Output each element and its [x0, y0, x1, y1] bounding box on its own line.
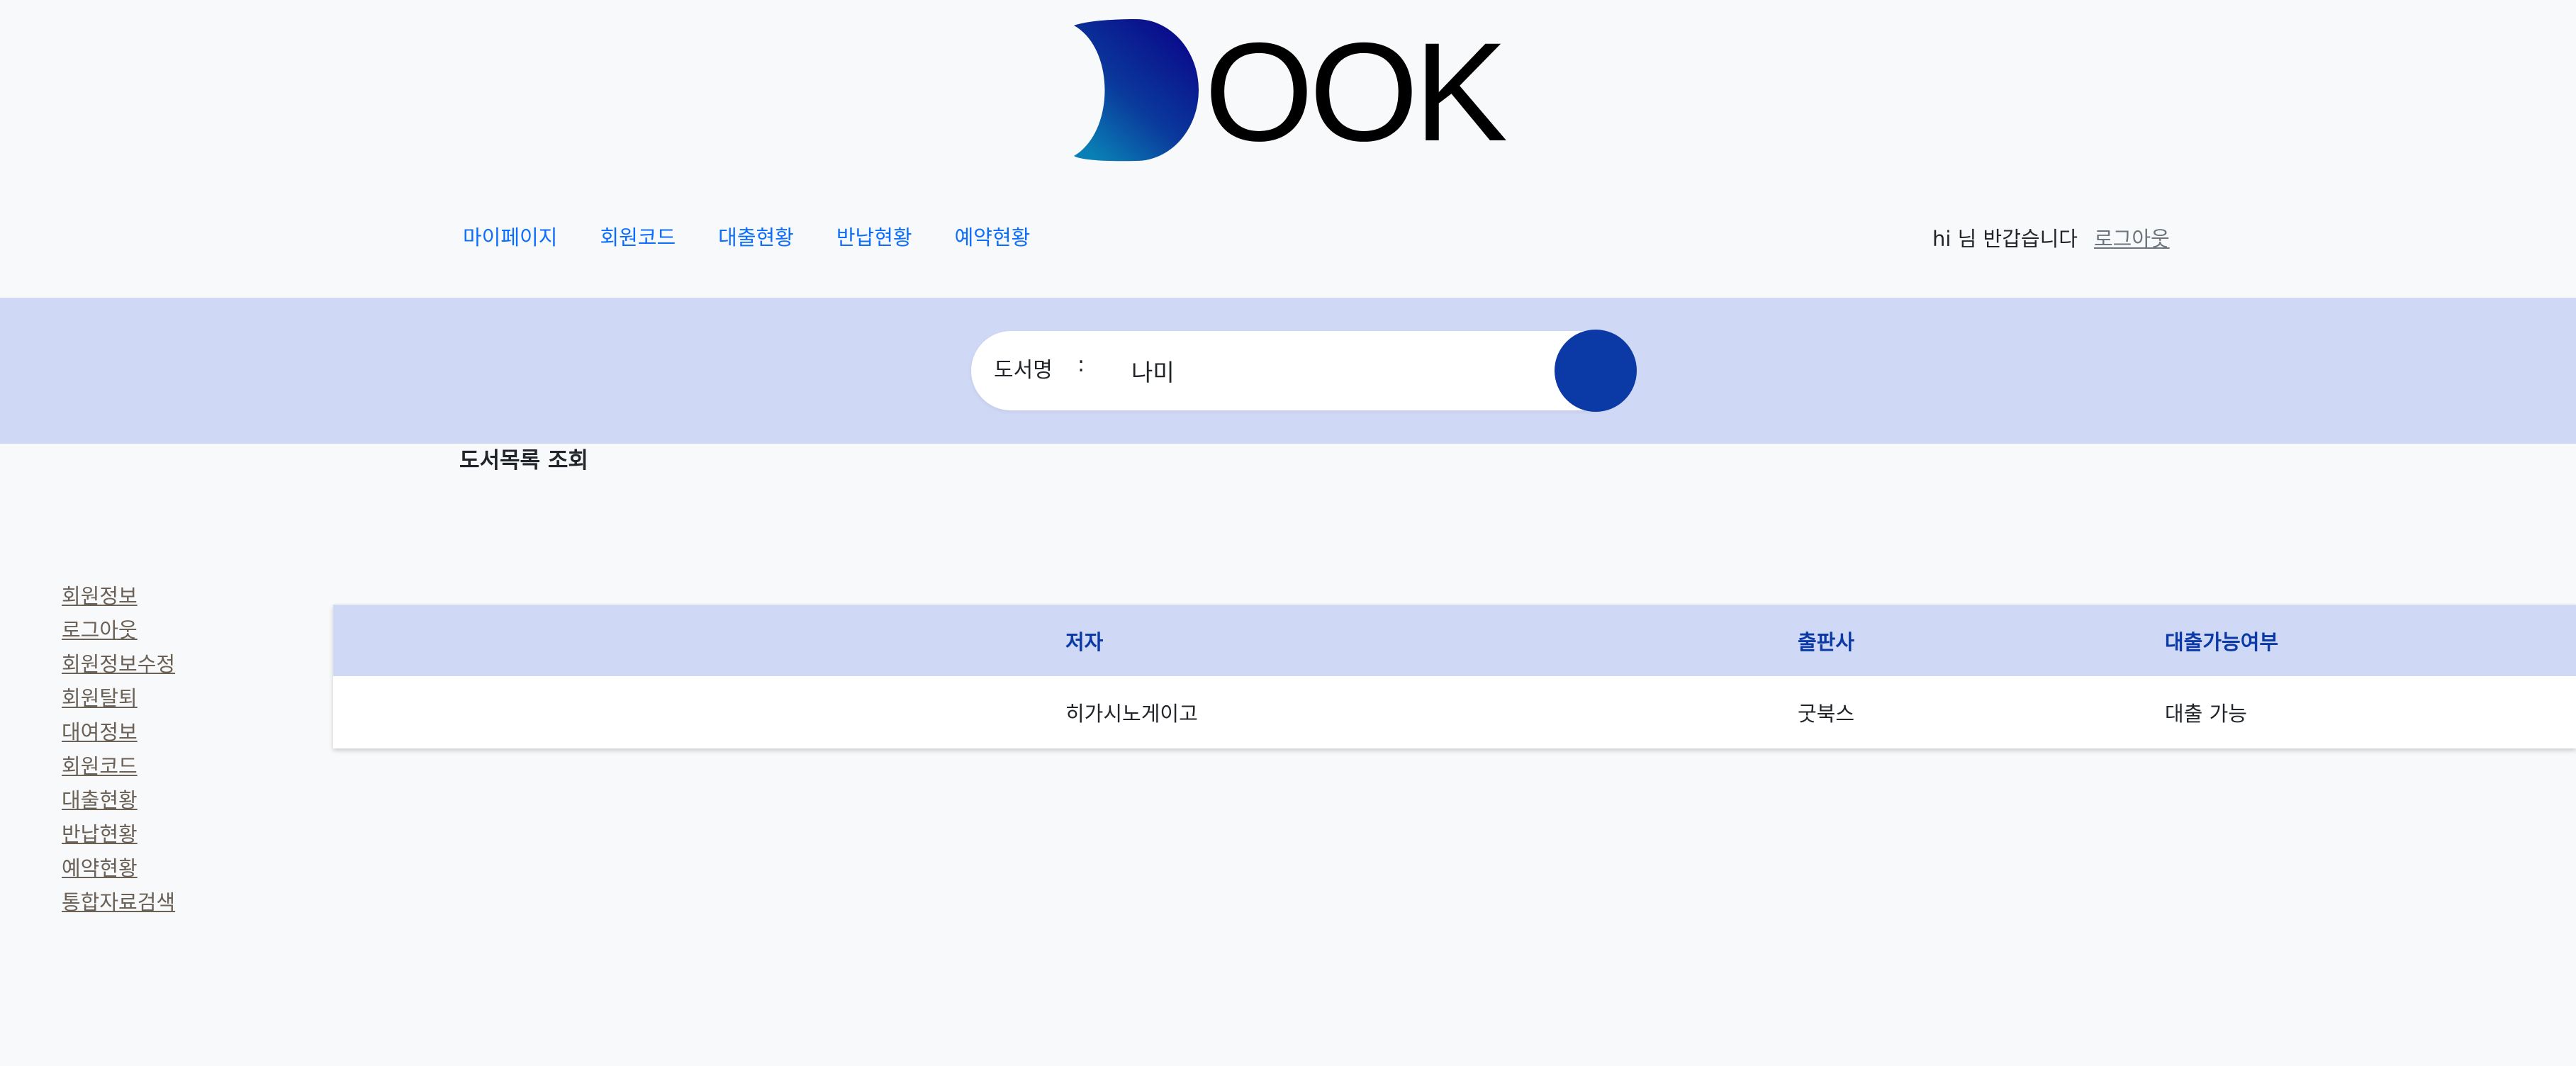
sidebar-item-member-code[interactable]: 회원코드 — [62, 749, 175, 783]
cell-availability: 대출 가능 — [2165, 702, 2247, 726]
nav-reservation-status[interactable]: 예약현황 — [955, 221, 1031, 251]
table-header: 저자 출판사 대출가능여부 — [333, 605, 2576, 676]
search-colon: : — [1077, 352, 1085, 377]
column-header-availability[interactable]: 대출가능여부 — [2165, 605, 2278, 676]
search-input[interactable] — [1130, 349, 1449, 392]
nav-mypage[interactable]: 마이페이지 — [463, 221, 557, 251]
nav-loan-status[interactable]: 대출현황 — [718, 221, 794, 251]
nav-return-status[interactable]: 반납현황 — [836, 221, 912, 251]
sidebar: 회원정보 로그아웃 회원정보수정 회원탈퇴 대여정보 회원코드 대출현황 반납현… — [62, 579, 175, 919]
sidebar-item-member-info[interactable]: 회원정보 — [62, 579, 175, 613]
logout-link[interactable]: 로그아웃 — [2094, 223, 2170, 252]
logo-text: OOK — [1204, 13, 1508, 170]
column-header-publisher[interactable]: 출판사 — [1798, 605, 1854, 676]
search-box: 도서명 : — [971, 330, 1637, 412]
table-row[interactable]: 히가시노게이고 굿북스 대출 가능 — [333, 676, 2576, 748]
sidebar-item-withdraw[interactable]: 회원탈퇴 — [62, 681, 175, 715]
search-label: 도서명 — [994, 358, 1053, 383]
cell-publisher: 굿북스 — [1798, 702, 1855, 726]
sidebar-item-loan-status[interactable]: 대출현황 — [62, 783, 175, 817]
sidebar-item-integrated-search[interactable]: 통합자료검색 — [62, 885, 175, 919]
logo[interactable]: OOK — [1074, 13, 1508, 170]
sidebar-item-logout[interactable]: 로그아웃 — [62, 613, 175, 647]
sidebar-item-rental-info[interactable]: 대여정보 — [62, 715, 175, 749]
sidebar-item-return-status[interactable]: 반납현황 — [62, 817, 175, 851]
top-nav: 마이페이지 회원코드 대출현황 반납현황 예약현황 — [463, 221, 1030, 251]
nav-member-code[interactable]: 회원코드 — [600, 221, 676, 251]
user-greeting: hi 님 반갑습니다 — [1932, 227, 2078, 251]
search-button[interactable] — [1555, 330, 1637, 412]
sidebar-item-reservation-status[interactable]: 예약현황 — [62, 851, 175, 885]
book-table: 저자 출판사 대출가능여부 히가시노게이고 굿북스 대출 가능 — [333, 605, 2576, 748]
user-area: hi 님 반갑습니다 로그아웃 — [1932, 223, 2170, 252]
column-header-author[interactable]: 저자 — [1065, 605, 1103, 676]
sidebar-item-edit-member[interactable]: 회원정보수정 — [62, 647, 175, 681]
moon-logo-icon — [1074, 19, 1199, 162]
search-band: 도서명 : — [0, 298, 2576, 444]
cell-author: 히가시노게이고 — [1065, 702, 1198, 726]
page-title: 도서목록 조회 — [459, 448, 588, 473]
